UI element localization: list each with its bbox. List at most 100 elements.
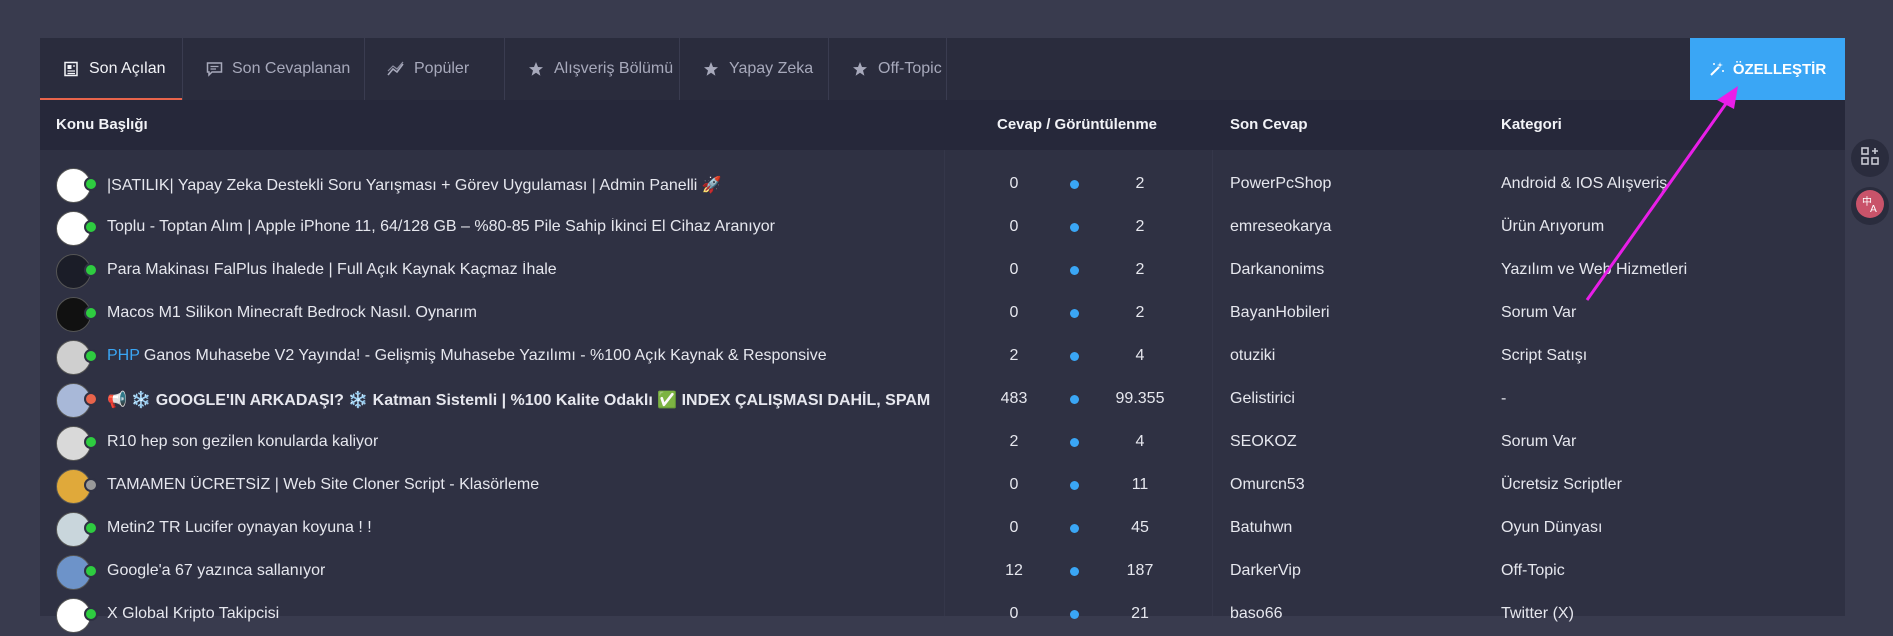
tab-son-cevaplanan[interactable]: Son Cevaplanan — [183, 38, 365, 100]
reply-count: 483 — [1000, 390, 1028, 407]
reply-count: 0 — [1009, 519, 1019, 536]
table-row[interactable]: 📢 ❄️ GOOGLE'IN ARKADAŞI? ❄️ Katman Siste… — [40, 378, 1845, 421]
topic-title[interactable]: Macos M1 Silikon Minecraft Bedrock Nasıl… — [107, 304, 477, 322]
last-reply-user[interactable]: DarkerVip — [1230, 562, 1301, 580]
last-reply-user[interactable]: Darkanonims — [1230, 261, 1324, 279]
tab-al-veri-b-l-m-[interactable]: Alışveriş Bölümü — [505, 38, 680, 100]
topic-prefix[interactable]: PHP — [107, 347, 140, 364]
category-link[interactable]: Sorum Var — [1501, 433, 1576, 451]
tab-son-a-lan[interactable]: Son Açılan — [40, 38, 183, 100]
category-link[interactable]: Android & IOS Alışveriş — [1501, 175, 1667, 193]
topic-title[interactable]: Para Makinası FalPlus İhalede | Full Açı… — [107, 261, 557, 279]
topic-title[interactable]: Toplu - Toptan Alım | Apple iPhone 11, 6… — [107, 218, 775, 236]
last-reply-user[interactable]: BayanHobileri — [1230, 304, 1330, 322]
header-category: Kategori — [1501, 116, 1562, 133]
topic-title-text: Macos M1 Silikon Minecraft Bedrock Nasıl… — [107, 304, 477, 321]
svg-text:A: A — [1870, 204, 1877, 215]
separator-dot — [1070, 180, 1079, 189]
view-count: 45 — [1131, 519, 1149, 536]
separator-dot — [1070, 481, 1079, 490]
status-dot — [84, 220, 98, 234]
topic-title[interactable]: |SATILIK| Yapay Zeka Destekli Soru Yarış… — [107, 175, 722, 195]
side-button-apps[interactable] — [1851, 139, 1889, 177]
topic-title-text: Toplu - Toptan Alım | Apple iPhone 11, 6… — [107, 218, 775, 235]
tab-label: Off-Topic — [878, 60, 942, 77]
topic-title-text: Ganos Muhasebe V2 Yayında! - Gelişmiş Mu… — [143, 347, 827, 364]
reply-count: 2 — [1009, 433, 1019, 450]
topic-title[interactable]: Google'a 67 yazınca sallanıyor — [107, 562, 325, 580]
table-row[interactable]: Metin2 TR Lucifer oynayan koyuna ! ! 0 45 B… — [40, 507, 1845, 550]
topic-title[interactable]: R10 hep son gezilen konularda kaliyor — [107, 433, 378, 451]
reply-count: 0 — [1009, 218, 1019, 235]
category-link[interactable]: Twitter (X) — [1501, 605, 1574, 623]
side-button-translate[interactable]: 中A — [1851, 187, 1889, 225]
last-reply-user[interactable]: Omurcn53 — [1230, 476, 1305, 494]
status-dot — [84, 564, 98, 578]
view-count: 21 — [1131, 605, 1149, 622]
view-count: 2 — [1135, 175, 1145, 192]
table-row[interactable]: R10 hep son gezilen konularda kaliyor 2 4 S… — [40, 421, 1845, 464]
status-dot — [84, 521, 98, 535]
status-dot — [84, 177, 98, 191]
category-link[interactable]: Yazılım ve Web Hizmetleri — [1501, 261, 1687, 279]
tab-pop-ler[interactable]: Popüler — [365, 38, 505, 100]
topic-title-text: TAMAMEN ÜCRETSİZ | Web Site Cloner Scrip… — [107, 476, 540, 493]
customize-button[interactable]: ÖZELLEŞTİR — [1690, 38, 1845, 100]
separator-dot — [1070, 223, 1079, 232]
star-icon — [702, 60, 720, 78]
separator-dot — [1070, 438, 1079, 447]
last-reply-user[interactable]: baso66 — [1230, 605, 1283, 623]
last-reply-user[interactable]: PowerPcShop — [1230, 175, 1331, 193]
category-link[interactable]: Off-Topic — [1501, 562, 1565, 580]
header-last-reply: Son Cevap — [1230, 116, 1308, 133]
category-link[interactable]: - — [1501, 390, 1506, 408]
translate-icon: 中A — [1855, 189, 1885, 224]
category-link[interactable]: Script Satışı — [1501, 347, 1587, 365]
last-reply-user[interactable]: Batuhwn — [1230, 519, 1292, 537]
topic-title[interactable]: TAMAMEN ÜCRETSİZ | Web Site Cloner Scrip… — [107, 476, 539, 494]
status-dot — [84, 478, 98, 492]
tab-label: Alışveriş Bölümü — [554, 60, 674, 77]
table-row[interactable]: TAMAMEN ÜCRETSİZ | Web Site Cloner Scrip… — [40, 464, 1845, 507]
view-count: 2 — [1135, 218, 1145, 235]
last-reply-user[interactable]: otuziki — [1230, 347, 1275, 365]
header-topic: Konu Başlığı — [56, 116, 148, 133]
category-link[interactable]: Ücretsiz Scriptler — [1501, 476, 1622, 494]
view-count: 2 — [1135, 261, 1145, 278]
category-link[interactable]: Oyun Dünyası — [1501, 519, 1602, 537]
view-count: 4 — [1135, 433, 1145, 450]
separator-dot — [1070, 309, 1079, 318]
customize-label: ÖZELLEŞTİR — [1732, 60, 1827, 78]
view-count: 4 — [1135, 347, 1145, 364]
table-header: Konu Başlığı Cevap / Görüntülenme Son Ce… — [40, 100, 1845, 150]
reply-count: 0 — [1009, 476, 1019, 493]
topic-title[interactable]: 📢 ❄️ GOOGLE'IN ARKADAŞI? ❄️ Katman Siste… — [107, 390, 930, 410]
table-row[interactable]: PHP Ganos Muhasebe V2 Yayında! - Gelişmiş… — [40, 335, 1845, 378]
category-link[interactable]: Sorum Var — [1501, 304, 1576, 322]
table-row[interactable]: X Global Kripto Takipcisi 0 21 baso66 Twitte… — [40, 593, 1845, 636]
last-reply-user[interactable]: SEOKOZ — [1230, 433, 1297, 451]
status-dot — [84, 349, 98, 363]
tab-label: Son Açılan — [89, 60, 166, 77]
table-row[interactable]: Google'a 67 yazınca sallanıyor 12 187 Darke… — [40, 550, 1845, 593]
table-row[interactable]: Para Makinası FalPlus İhalede | Full Açı… — [40, 249, 1845, 292]
topic-list-panel: Son Açılan Son Cevaplanan Popüler Alışveriş… — [40, 38, 1845, 633]
category-link[interactable]: Ürün Arıyorum — [1501, 218, 1604, 236]
topic-title[interactable]: Metin2 TR Lucifer oynayan koyuna ! ! — [107, 519, 372, 537]
table-row[interactable]: Macos M1 Silikon Minecraft Bedrock Nasıl… — [40, 292, 1845, 335]
star-icon — [851, 60, 869, 78]
tab-off-topic[interactable]: Off-Topic — [829, 38, 947, 100]
table-row[interactable]: Toplu - Toptan Alım | Apple iPhone 11, 6… — [40, 206, 1845, 249]
last-reply-user[interactable]: emreseokarya — [1230, 218, 1331, 236]
tab-yapay-zeka[interactable]: Yapay Zeka — [680, 38, 829, 100]
topic-title[interactable]: X Global Kripto Takipcisi — [107, 605, 279, 623]
magic-wand-icon — [1709, 61, 1725, 77]
status-dot — [84, 392, 98, 406]
view-count: 2 — [1135, 304, 1145, 321]
separator-dot — [1070, 610, 1079, 619]
table-row[interactable]: |SATILIK| Yapay Zeka Destekli Soru Yarış… — [40, 163, 1845, 206]
topic-title[interactable]: PHP Ganos Muhasebe V2 Yayında! - Gelişmiş… — [107, 347, 827, 365]
star-icon — [527, 60, 545, 78]
view-count: 99.355 — [1115, 390, 1165, 407]
last-reply-user[interactable]: Gelistirici — [1230, 390, 1295, 408]
